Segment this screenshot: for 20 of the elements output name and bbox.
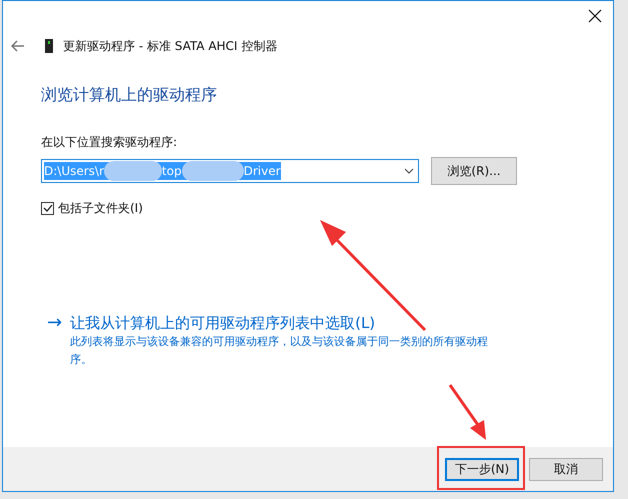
dialog-button[interactable]: 取消 bbox=[529, 458, 603, 480]
dropdown-caret-icon bbox=[404, 168, 414, 174]
checkbox[interactable] bbox=[41, 202, 54, 214]
path-text: top bbox=[162, 163, 182, 180]
path-text: Driver bbox=[244, 163, 281, 180]
checkbox-label: 包括子文件夹(I) bbox=[58, 200, 143, 217]
path-text: D:\Users\r bbox=[44, 163, 104, 180]
dialog-heading: 浏览计算机上的驱动程序 bbox=[41, 84, 218, 106]
browse-button[interactable]: 浏览(R)... bbox=[431, 157, 517, 185]
search-label: 在以下位置搜索驱动程序: bbox=[41, 134, 178, 151]
redaction-blur bbox=[182, 161, 244, 181]
redaction-blur bbox=[104, 161, 162, 181]
device-icon bbox=[45, 39, 53, 53]
back-arrow-icon[interactable] bbox=[11, 38, 27, 54]
pick-driver-link[interactable]: 让我从计算机上的可用驱动程序列表中选取(L) bbox=[70, 313, 550, 333]
annotation-arrow bbox=[448, 384, 486, 440]
window-title: 更新驱动程序 - 标准 SATA AHCI 控制器 bbox=[63, 38, 278, 55]
arrow-glyph: → bbox=[47, 313, 62, 335]
link-description: 此列表将显示与该设备兼容的可用驱动程序，以及与该设备属于同一类别的所有驱动程序。 bbox=[70, 334, 490, 368]
dialog-button[interactable]: 下一步(N) bbox=[445, 458, 519, 480]
